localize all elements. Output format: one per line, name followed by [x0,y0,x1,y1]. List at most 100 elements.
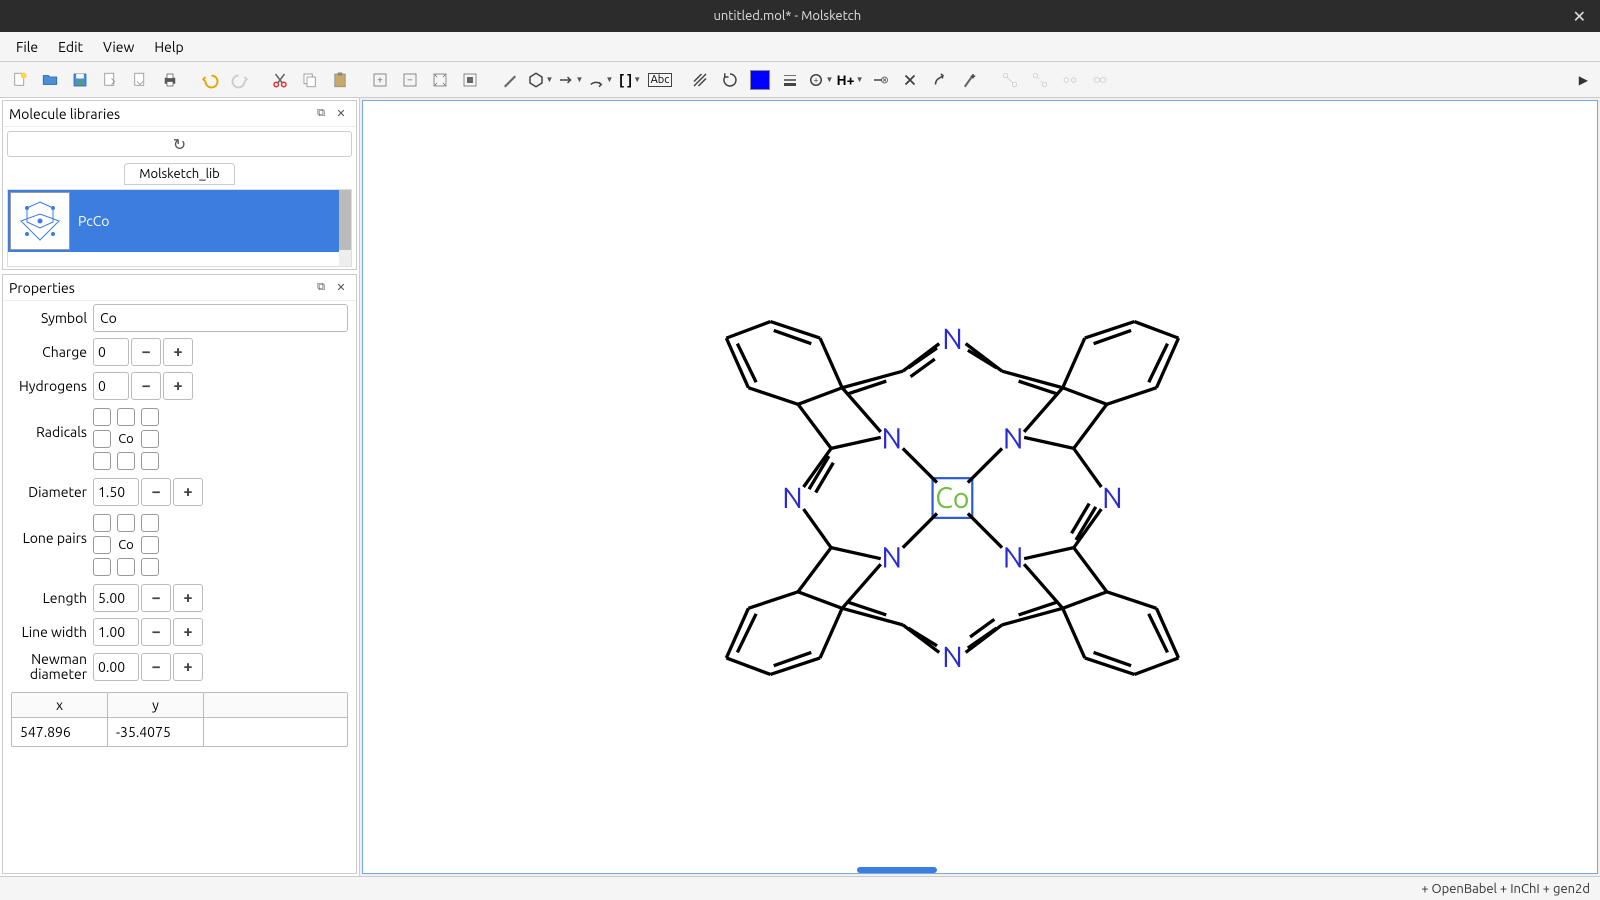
hydrogen-tool-icon[interactable]: H+▼ [836,66,864,94]
newman-minus-button[interactable]: − [141,653,171,681]
newman-label: Newman diameter [11,652,87,683]
align-icon[interactable] [956,66,984,94]
length-minus-button[interactable]: − [141,584,171,612]
charge-tool-icon[interactable]: +▼ [806,66,834,94]
lonepair-check[interactable] [141,536,159,554]
paste-icon[interactable] [326,66,354,94]
draw-tool-icon[interactable] [496,66,524,94]
zoom-fit-icon[interactable] [426,66,454,94]
symbol-input[interactable] [93,304,348,332]
curve-arrow-tool-icon[interactable]: ▼ [586,66,614,94]
panel-undock-icon[interactable]: ⧉ [312,105,330,123]
cut-icon[interactable] [266,66,294,94]
svg-text:N: N [942,641,962,673]
radical-check[interactable] [93,430,111,448]
lonepair-check[interactable] [93,536,111,554]
zoom-out-icon[interactable]: − [396,66,424,94]
open-file-icon[interactable] [36,66,64,94]
coord-head-x: x [12,693,108,717]
lonepair-check[interactable] [141,514,159,532]
ring-tool-icon[interactable]: ▼ [526,66,554,94]
panel-close-icon[interactable]: ✕ [332,105,350,123]
new-file-icon[interactable] [6,66,34,94]
library-scrollbar[interactable] [339,190,351,266]
color-swatch[interactable] [746,66,774,94]
length-plus-button[interactable]: + [173,584,203,612]
charge-input[interactable] [93,338,129,366]
hydrogens-label: Hydrogens [11,378,87,394]
menu-view[interactable]: View [93,35,144,59]
radical-check[interactable] [141,452,159,470]
print-icon[interactable] [156,66,184,94]
save-file-icon[interactable] [66,66,94,94]
line-weight-icon[interactable] [776,66,804,94]
radical-check[interactable] [93,452,111,470]
window-title: untitled.mol* - Molsketch [8,9,1567,23]
svg-text:N: N [1003,422,1023,454]
toolbar-overflow-icon[interactable]: ▶ [1573,73,1594,87]
linewidth-minus-button[interactable]: − [141,618,171,646]
delete-bond-icon[interactable] [866,66,894,94]
linewidth-plus-button[interactable]: + [173,618,203,646]
linewidth-input[interactable] [93,618,139,646]
diameter-plus-button[interactable]: + [173,478,203,506]
copy-icon[interactable] [296,66,324,94]
charge-minus-button[interactable]: − [131,338,161,366]
disconnect-icon[interactable] [1026,66,1054,94]
lonepair-check[interactable] [117,514,135,532]
panel-undock-icon[interactable]: ⧉ [312,279,330,297]
chain-icon[interactable] [1086,66,1114,94]
lonepair-check[interactable] [117,558,135,576]
redo-icon[interactable] [226,66,254,94]
export-icon[interactable] [126,66,154,94]
charge-label: Charge [11,344,87,360]
canvas-h-scrollbar[interactable] [857,867,937,873]
coord-x-cell[interactable]: 547.896 [12,718,108,746]
connect-icon[interactable] [996,66,1024,94]
undo-icon[interactable] [196,66,224,94]
radical-check[interactable] [117,452,135,470]
zoom-in-icon[interactable]: + [366,66,394,94]
library-tab[interactable]: Molsketch_lib [124,163,235,185]
hydrogens-minus-button[interactable]: − [131,372,161,400]
radical-check[interactable] [141,430,159,448]
charge-plus-button[interactable]: + [163,338,193,366]
menu-bar: File Edit View Help [0,32,1600,62]
menu-help[interactable]: Help [144,35,193,59]
newman-input[interactable] [93,653,139,681]
menu-file[interactable]: File [6,35,48,59]
svg-text:+: + [377,73,383,85]
bracket-tool-icon[interactable]: [ ]▼ [616,66,644,94]
newman-plus-button[interactable]: + [173,653,203,681]
hydrogens-plus-button[interactable]: + [163,372,193,400]
radical-check[interactable] [141,408,159,426]
length-input[interactable] [93,584,139,612]
drawing-canvas[interactable]: Co N N N N N N N N [362,100,1598,874]
lonepair-check[interactable] [93,514,111,532]
svg-text:+: + [813,75,818,85]
hatching-icon[interactable] [686,66,714,94]
library-item[interactable]: PcCo [8,190,351,252]
svg-text:Co: Co [935,482,969,514]
rotate-icon[interactable] [716,66,744,94]
erase-icon[interactable] [896,66,924,94]
lonepair-check[interactable] [141,558,159,576]
coord-y-cell[interactable]: -35.4075 [108,718,204,746]
arrow-tool-icon[interactable]: ▼ [556,66,584,94]
panel-close-icon[interactable]: ✕ [332,279,350,297]
text-tool-icon[interactable]: Abc [646,66,674,94]
save-as-icon[interactable] [96,66,124,94]
group-icon[interactable] [1056,66,1084,94]
diameter-minus-button[interactable]: − [141,478,171,506]
diameter-input[interactable] [93,478,139,506]
radical-check[interactable] [93,408,111,426]
zoom-reset-icon[interactable] [456,66,484,94]
menu-edit[interactable]: Edit [48,35,93,59]
coord-head-y: y [108,693,204,717]
hydrogens-input[interactable] [93,372,129,400]
close-icon[interactable]: ✕ [1567,7,1592,26]
radical-check[interactable] [117,408,135,426]
library-refresh-button[interactable]: ↻ [7,131,352,157]
mechanism-arrow-icon[interactable] [926,66,954,94]
lonepair-check[interactable] [93,558,111,576]
